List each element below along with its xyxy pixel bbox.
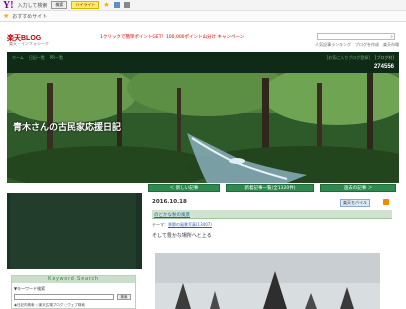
site-search-input[interactable]: ⌕: [317, 33, 395, 40]
visitor-count: 274556: [373, 64, 394, 70]
article-text: そして豊かな場所へと上る: [152, 233, 212, 239]
theme-prefix: テーマ：: [152, 222, 168, 227]
nav-diary-list[interactable]: 日記一覧: [29, 55, 45, 61]
rss-icon[interactable]: [383, 199, 389, 205]
post-list-button[interactable]: 新着記事一覧(全1320件): [226, 184, 314, 192]
search-scope-radios[interactable]: ◉日記内検索 ○楽天広場ブログ ○ウェブ検索: [14, 303, 85, 308]
keyword-search-button[interactable]: 検索: [117, 294, 131, 300]
app-icon[interactable]: [113, 2, 120, 8]
article-title[interactable]: のどかな秋の風景: [154, 212, 190, 218]
blog-nav-bar: ホーム 日記一覧 PR一覧 [お気に入りブログ登録] [ブログ村]: [7, 52, 399, 63]
ranking-link[interactable]: 人気記事ランキング: [315, 42, 351, 48]
bookmarks-bar: ★ おすすめサイト: [0, 11, 406, 22]
yahoo-icon[interactable]: Y!: [3, 0, 14, 11]
blog-title[interactable]: 青木さんの古民家応援日記: [13, 120, 121, 133]
post-date: 2016.10.18: [152, 199, 187, 205]
site-header: 楽天BLOG 楽天・インフォシーク 1クリックで簡単ポイントGET！100,00…: [0, 22, 406, 52]
blog-nav-right: [お気に入りブログ登録] [ブログ村]: [327, 55, 394, 61]
logo-subtitle: 楽天・インフォシーク: [9, 41, 49, 46]
bookmark-recommended[interactable]: おすすめサイト: [12, 13, 47, 20]
mobile-link[interactable]: 楽天モバイル: [340, 199, 370, 207]
search-icon[interactable]: ⌕: [390, 34, 393, 40]
sky-trees-photo: [155, 253, 380, 309]
sidebar-panel-inner: [10, 193, 136, 269]
keyword-search-input[interactable]: [14, 294, 114, 300]
settings-icon[interactable]: [123, 2, 130, 8]
nav-blog-village[interactable]: [ブログ村]: [375, 55, 394, 61]
bookmark-star-icon[interactable]: ★: [103, 1, 109, 9]
blog-nav-left: ホーム 日記一覧 PR一覧: [12, 55, 63, 61]
keyword-search-heading: Keyword Search: [12, 276, 135, 283]
nav-pr-list[interactable]: PR一覧: [50, 55, 63, 61]
favorites-star-icon[interactable]: ★: [3, 12, 9, 20]
blog-banner: 青木さんの古民家応援日記: [7, 73, 399, 183]
article-theme: テーマ：季節の風景写真(13407): [152, 222, 212, 228]
browser-toolbar: Y! 入力して検索 検索 ハイライト ★: [0, 0, 406, 11]
keyword-search-box: Keyword Search ▼キーワード検索 検索 ◉日記内検索 ○楽天広場ブ…: [11, 275, 136, 309]
toolbar-highlight-button[interactable]: ハイライト: [71, 1, 100, 9]
keyword-search-label: ▼キーワード検索: [14, 286, 46, 291]
older-post-button[interactable]: 過去の記事 ＞: [320, 184, 396, 192]
promo-link[interactable]: 1クリックで簡単ポイントGET！100,000ポイント山分け キャンペーン: [100, 35, 250, 40]
newer-post-button[interactable]: ＜ 新しい記事: [148, 184, 220, 192]
login-link[interactable]: 楽天市場: [383, 42, 399, 48]
toolbar-search-button[interactable]: 検索: [51, 1, 68, 9]
counter-bar: 274556: [7, 63, 399, 73]
article-photo[interactable]: [155, 253, 380, 309]
blog-start-link[interactable]: ブログを作成: [355, 42, 379, 48]
nav-favorite-blog[interactable]: [お気に入りブログ登録]: [327, 55, 370, 61]
toolbar-search-hint[interactable]: 入力して検索: [18, 2, 48, 9]
nav-home[interactable]: ホーム: [12, 55, 24, 61]
theme-link[interactable]: 季節の風景写真(13407): [168, 222, 212, 227]
article-header: のどかな秋の風景: [152, 210, 392, 219]
header-links: 人気記事ランキング ブログを作成 楽天市場: [315, 42, 399, 48]
